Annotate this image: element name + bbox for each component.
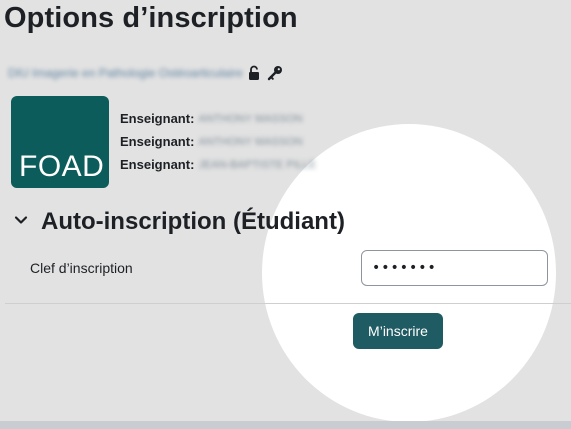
page-title: Options d’inscription xyxy=(4,2,298,34)
unlock-icon[interactable] xyxy=(247,65,263,81)
enrol-me-button[interactable]: M’inscrire xyxy=(353,313,443,349)
teacher-name-link[interactable]: ANTHONY MASSON xyxy=(198,113,302,125)
teacher-role: Enseignant: xyxy=(120,157,195,172)
course-name-link[interactable]: DIU Imagerie en Pathologie Ostéoarticula… xyxy=(8,66,243,80)
teacher-list: Enseignant: ANTHONY MASSON Enseignant: A… xyxy=(120,107,316,176)
course-image: FOAD xyxy=(11,96,109,188)
teacher-name-link[interactable]: ANTHONY MASSON xyxy=(198,136,302,148)
teacher-item: Enseignant: JEAN-BAPTISTE PILLE xyxy=(120,153,316,176)
key-icon[interactable] xyxy=(267,65,283,81)
self-enrolment-section-header[interactable]: Auto-inscription (Étudiant) xyxy=(13,208,345,236)
section-title: Auto-inscription (Étudiant) xyxy=(41,208,345,235)
teacher-item: Enseignant: ANTHONY MASSON xyxy=(120,130,316,153)
chevron-down-icon[interactable] xyxy=(13,212,29,233)
teacher-item: Enseignant: ANTHONY MASSON xyxy=(120,107,316,130)
teacher-role: Enseignant: xyxy=(120,134,195,149)
enrolment-key-label: Clef d’inscription xyxy=(30,260,133,276)
teacher-name-link[interactable]: JEAN-BAPTISTE PILLE xyxy=(198,159,316,171)
enrolment-key-input[interactable] xyxy=(361,250,548,286)
teacher-role: Enseignant: xyxy=(120,111,195,126)
page-content: Options d’inscription DIU Imagerie en Pa… xyxy=(0,0,571,429)
course-image-label: FOAD xyxy=(19,150,105,183)
course-header: DIU Imagerie en Pathologie Ostéoarticula… xyxy=(8,63,283,83)
footer-strip xyxy=(0,421,571,429)
divider xyxy=(5,303,571,304)
